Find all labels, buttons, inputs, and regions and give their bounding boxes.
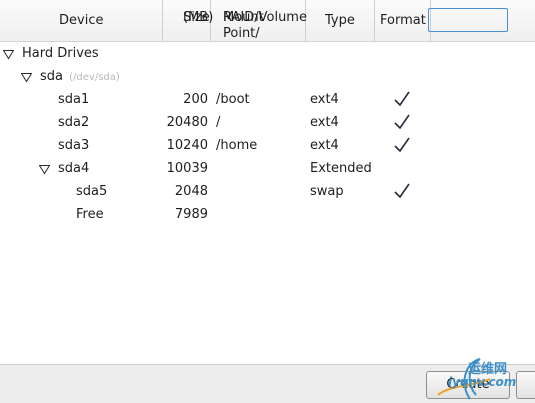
size-value: 7989 bbox=[174, 207, 208, 222]
device-name: sda2 bbox=[58, 115, 90, 130]
column-device[interactable]: Device bbox=[0, 0, 163, 41]
fs-type: Extended bbox=[310, 161, 372, 176]
fs-type: ext4 bbox=[310, 138, 339, 153]
column-type-label: Type bbox=[325, 13, 355, 28]
size-value: 10240 bbox=[166, 138, 208, 153]
watermark-url: iyunv.com bbox=[448, 375, 517, 389]
mount-point: /home bbox=[216, 138, 258, 153]
column-header: Device Size (MB) Mount Point/ RAID/Volum… bbox=[0, 0, 535, 42]
column-format-label: Format bbox=[380, 13, 426, 28]
tree-row-disk[interactable]: sda (/dev/sda) bbox=[0, 66, 535, 89]
table-row[interactable]: sda5 2048 swap bbox=[0, 181, 535, 204]
tree-row-hard-drives[interactable]: Hard Drives bbox=[0, 43, 535, 66]
size-value: 10039 bbox=[166, 161, 208, 176]
expander-down-icon[interactable] bbox=[21, 72, 32, 83]
device-name: sda4 bbox=[58, 161, 90, 176]
device-name: Free bbox=[76, 207, 104, 222]
mount-point: /boot bbox=[216, 92, 250, 107]
column-size[interactable]: Size (MB) bbox=[163, 0, 213, 41]
format-check-icon bbox=[393, 90, 411, 113]
format-check-icon bbox=[393, 113, 411, 136]
column-mount-point[interactable]: Mount Point/ RAID/Volume bbox=[211, 0, 307, 41]
device-name: sda3 bbox=[58, 138, 90, 153]
table-row[interactable]: sda3 10240 /home ext4 bbox=[0, 135, 535, 158]
size-value: 200 bbox=[183, 92, 208, 107]
fs-type: ext4 bbox=[310, 92, 339, 107]
disk-path: (/dev/sda) bbox=[69, 72, 120, 83]
table-row[interactable]: Free 7989 bbox=[0, 204, 535, 227]
table-row[interactable]: sda4 10039 Extended bbox=[0, 158, 535, 181]
tree-label-disk: sda (/dev/sda) bbox=[40, 69, 120, 84]
table-row[interactable]: sda2 20480 / ext4 bbox=[0, 112, 535, 135]
column-format[interactable]: Format bbox=[375, 0, 431, 41]
expander-down-icon[interactable] bbox=[39, 164, 50, 175]
column-type[interactable]: Type bbox=[306, 0, 375, 41]
format-check-icon bbox=[393, 182, 411, 205]
size-value: 20480 bbox=[166, 115, 208, 130]
table-row[interactable]: sda1 200 /boot ext4 bbox=[0, 89, 535, 112]
device-name: sda1 bbox=[58, 92, 90, 107]
mount-point: / bbox=[216, 115, 221, 130]
device-name: sda5 bbox=[76, 184, 108, 199]
tree-label-hard-drives: Hard Drives bbox=[22, 46, 99, 61]
fs-type: swap bbox=[310, 184, 344, 199]
format-check-icon bbox=[393, 136, 411, 159]
next-button-partial[interactable] bbox=[516, 371, 535, 399]
fs-type: ext4 bbox=[310, 115, 339, 130]
column-device-label: Device bbox=[59, 13, 104, 28]
size-value: 2048 bbox=[174, 184, 208, 199]
expander-down-icon[interactable] bbox=[3, 49, 14, 60]
